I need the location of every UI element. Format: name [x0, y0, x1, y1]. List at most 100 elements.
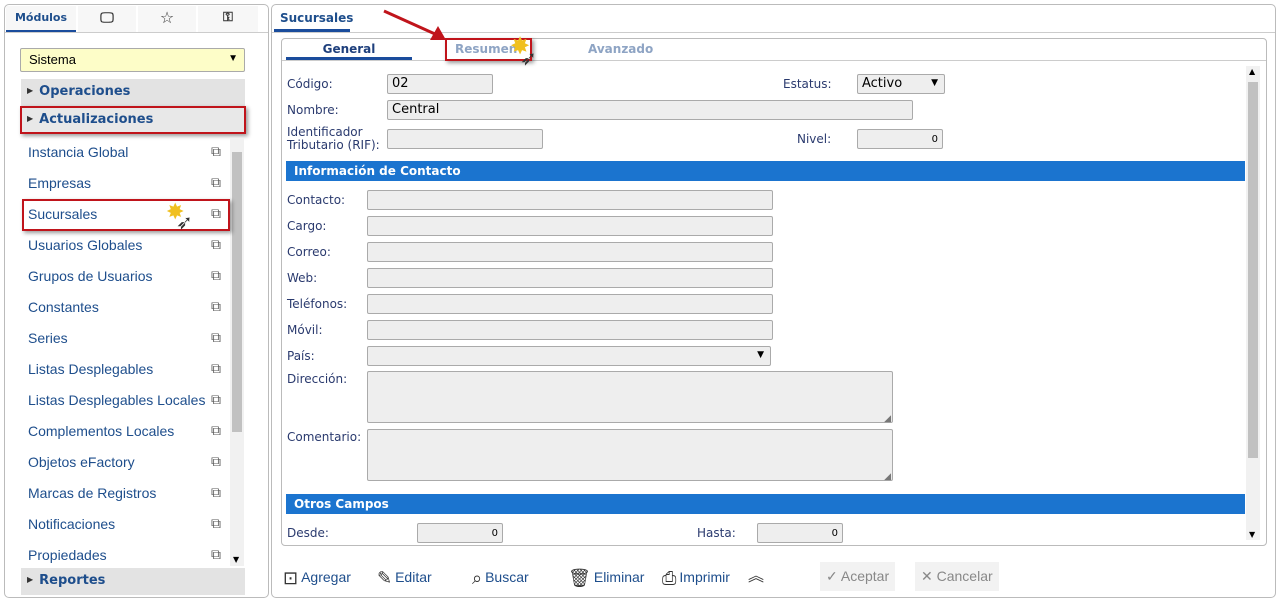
tab-modulos[interactable]: Módulos [6, 6, 76, 32]
external-link-icon[interactable]: ⧉ [211, 329, 221, 346]
sidebar-item[interactable]: Usuarios Globales ⧉ [21, 230, 229, 260]
group-operaciones[interactable]: ▶ Operaciones [21, 79, 245, 106]
sidebar-item[interactable]: Marcas de Registros ⧉ [21, 478, 229, 508]
group-label: Operaciones [39, 84, 131, 99]
nombre-label: Nombre: [287, 103, 339, 117]
sidebar-item[interactable]: Listas Desplegables ⧉ [21, 354, 229, 384]
sidebar-item[interactable]: Series ⧉ [21, 323, 229, 353]
agregar-button[interactable]: ⊡ Agregar [283, 565, 351, 589]
key-icon[interactable]: ⚿ [198, 6, 258, 32]
cancelar-button[interactable]: ✕ Cancelar [915, 562, 999, 591]
sidebar-item-label: Listas Desplegables Locales [28, 392, 206, 408]
resize-handle-icon[interactable]: ◢ [884, 414, 891, 424]
nivel-value: 0 [931, 134, 938, 145]
codigo-input[interactable]: 02 [387, 74, 493, 94]
estatus-label: Estatus: [783, 77, 832, 91]
contact-field-label: Dirección: [287, 372, 348, 386]
section-title: Otros Campos [294, 497, 389, 511]
form-scrollbar[interactable]: ▲ ▼ [1246, 66, 1260, 540]
estatus-select[interactable]: Activo ▼ [857, 74, 945, 94]
external-link-icon[interactable]: ⧉ [211, 174, 221, 191]
scrollbar-thumb[interactable] [232, 152, 242, 432]
eliminar-button[interactable]: 🗑 Eliminar [568, 565, 644, 589]
nombre-input[interactable]: Central [387, 100, 913, 120]
close-icon: ✕ [921, 568, 933, 584]
contact-input[interactable] [367, 242, 773, 262]
imprimir-button[interactable]: ⎙ Imprimir [662, 565, 730, 589]
external-link-icon[interactable]: ⧉ [211, 298, 221, 315]
scroll-up-icon[interactable]: ▲ [1249, 67, 1255, 76]
tab-label: Sucursales [280, 11, 354, 25]
chevrons-up-icon[interactable]: ︽ [748, 565, 764, 589]
button-label: Buscar [485, 569, 529, 585]
caret-right-icon: ▶ [27, 575, 34, 584]
external-link-icon[interactable]: ⧉ [211, 236, 221, 253]
contact-field-label: Cargo: [287, 219, 327, 233]
external-link-icon[interactable]: ⧉ [211, 422, 221, 439]
hasta-input[interactable]: 0 [757, 523, 843, 543]
textarea-field[interactable]: ◢ [367, 371, 893, 424]
external-link-icon[interactable]: ⧉ [211, 360, 221, 377]
monitor-icon[interactable]: 🖵 [78, 6, 136, 32]
sidebar-item[interactable]: Propiedades ⧉ [21, 540, 229, 570]
sidebar-item[interactable]: Objetos eFactory ⧉ [21, 447, 229, 477]
scroll-down-icon[interactable]: ▼ [1249, 530, 1255, 539]
contact-input[interactable] [367, 294, 773, 314]
external-link-icon[interactable]: ⧉ [211, 267, 221, 284]
cursor-icon: ➶ [520, 46, 537, 70]
external-link-icon[interactable]: ⧉ [211, 391, 221, 408]
sidebar-item[interactable]: Constantes ⧉ [21, 292, 229, 322]
sidebar-item[interactable]: Complementos Locales ⧉ [21, 416, 229, 446]
divider [282, 60, 1266, 61]
sidebar-item-label: Notificaciones [28, 516, 116, 532]
sidebar-item[interactable]: Grupos de Usuarios ⧉ [21, 261, 229, 291]
hasta-label: Hasta: [697, 526, 736, 540]
module-select[interactable]: Sistema ▼ [20, 48, 245, 72]
subtab-general[interactable]: General [286, 42, 412, 56]
button-label: Editar [395, 569, 432, 585]
rif-input[interactable] [387, 129, 543, 149]
external-link-icon[interactable]: ⧉ [211, 484, 221, 501]
editar-button[interactable]: ✎ Editar [377, 565, 432, 589]
contact-input[interactable] [367, 216, 773, 236]
star-icon[interactable]: ☆ [138, 6, 196, 32]
contact-input[interactable] [367, 190, 773, 210]
pais-select[interactable]: ▼ [367, 346, 771, 366]
sidebar-item-label: Grupos de Usuarios [28, 268, 153, 284]
subtab-avanzado[interactable]: Avanzado [588, 42, 653, 56]
add-document-icon: ⊡ [283, 568, 299, 588]
button-label: Imprimir [679, 569, 730, 585]
group-reportes[interactable]: ▶ Reportes [21, 568, 245, 595]
sidebar-item[interactable]: Instancia Global ⧉ [21, 137, 229, 167]
edit-icon: ✎ [377, 568, 393, 588]
nivel-input[interactable]: 0 [857, 129, 943, 149]
sidebar-item[interactable]: Listas Desplegables Locales ⧉ [21, 385, 229, 415]
textarea-field[interactable]: ◢ [367, 429, 893, 482]
scrollbar[interactable]: ▼ [230, 138, 244, 566]
scrollbar-thumb[interactable] [1248, 82, 1258, 458]
highlight-box [22, 199, 230, 231]
sidebar-item[interactable]: Empresas ⧉ [21, 168, 229, 198]
section-other-header: Otros Campos [286, 494, 1245, 514]
external-link-icon[interactable]: ⧉ [211, 143, 221, 160]
divider [5, 32, 268, 33]
scroll-down-icon[interactable]: ▼ [233, 555, 239, 564]
external-link-icon[interactable]: ⧉ [211, 453, 221, 470]
buscar-button[interactable]: ⌕ Buscar [472, 565, 529, 589]
caret-down-icon: ▼ [228, 53, 238, 64]
resize-handle-icon[interactable]: ◢ [884, 472, 891, 482]
external-link-icon[interactable]: ⧉ [211, 515, 221, 532]
contact-input[interactable] [367, 268, 773, 288]
highlight-box [20, 106, 246, 134]
codigo-label: Código: [287, 77, 333, 91]
desde-value: 0 [491, 528, 498, 539]
caret-right-icon: ▶ [27, 86, 34, 95]
sidebar-item-label: Constantes [28, 299, 99, 315]
desde-input[interactable]: 0 [417, 523, 503, 543]
search-document-icon: ⌕ [472, 568, 483, 588]
contact-input[interactable] [367, 320, 773, 340]
sidebar-item[interactable]: Notificaciones ⧉ [21, 509, 229, 539]
sidebar-item-label: Objetos eFactory [28, 454, 135, 470]
aceptar-button[interactable]: ✓ Aceptar [820, 562, 896, 591]
external-link-icon[interactable]: ⧉ [211, 546, 221, 563]
